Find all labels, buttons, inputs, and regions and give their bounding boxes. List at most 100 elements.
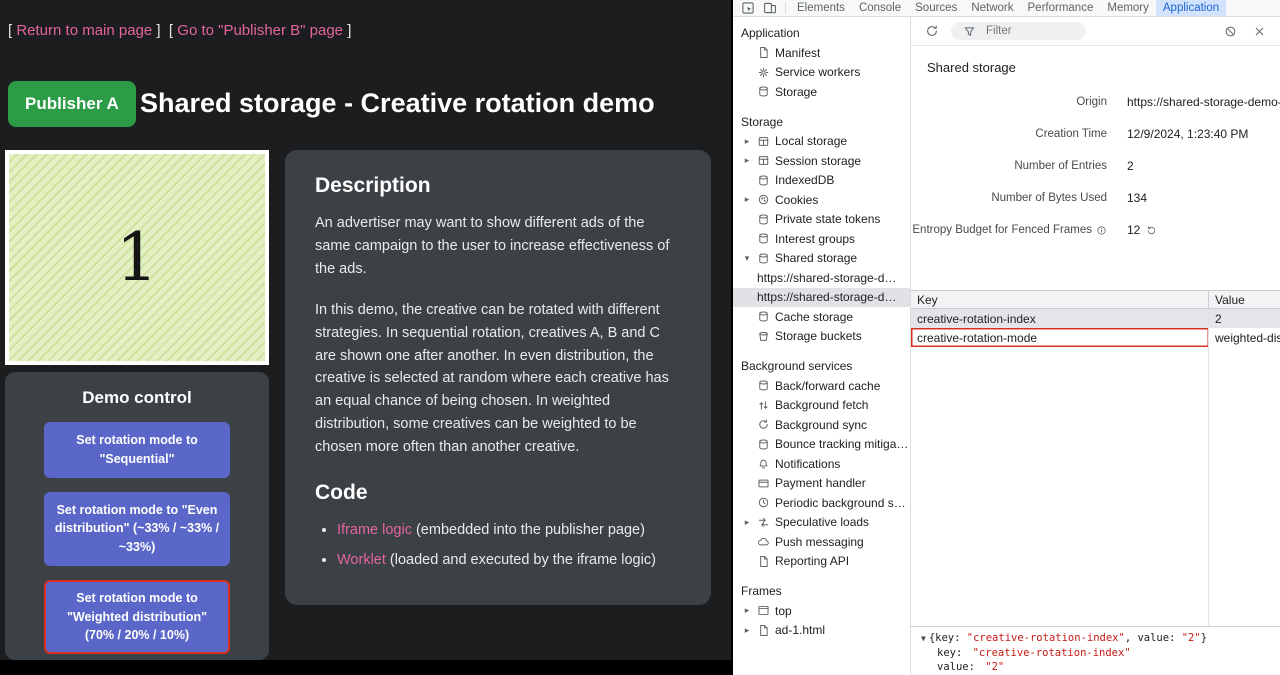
return-main-link[interactable]: Return to main page [16, 22, 152, 39]
sidebar-item-label: Private state tokens [775, 212, 880, 226]
tab-application[interactable]: Application [1156, 0, 1226, 16]
chevron-right-icon[interactable]: ▸ [742, 136, 752, 147]
filter-input[interactable] [984, 24, 1078, 38]
metadata-value: 2 [1115, 159, 1134, 173]
metadata-value-text: https://shared-storage-demo-co [1127, 95, 1280, 109]
top-nav: [ Return to main page ] [ Go to "Publish… [8, 22, 351, 39]
device-toolbar-icon[interactable] [759, 1, 781, 15]
publisher-badge: Publisher A [8, 81, 136, 127]
sidebar-item-https-shared-storage-d[interactable]: https://shared-storage-d… [733, 268, 910, 288]
cell-key[interactable]: creative-rotation-index [911, 309, 1209, 328]
sidebar-section-application: ApplicationManifestService workersStorag… [733, 23, 910, 102]
preview-summary[interactable]: ▼{key: "creative-rotation-index", value:… [921, 631, 1272, 646]
worklet-link[interactable]: Worklet [337, 552, 386, 568]
sidebar-item-label: https://shared-storage-d… [757, 290, 896, 304]
column-header-key[interactable]: Key [911, 291, 1209, 308]
metadata-label: Origin [911, 96, 1115, 108]
refresh-icon[interactable] [921, 24, 943, 38]
sidebar-item-cookies[interactable]: ▸ Cookies [733, 190, 910, 210]
sidebar-item-manifest[interactable]: Manifest [733, 43, 910, 63]
preview-properties: key: "creative-rotation-index"value: "2" [921, 646, 1272, 674]
tab-sources[interactable]: Sources [908, 0, 964, 16]
preview-text: {key: [929, 632, 967, 644]
panel-title: Shared storage [911, 46, 1280, 86]
sidebar-item-label: Interest groups [775, 232, 855, 246]
sidebar-item-notifications[interactable]: Notifications [733, 454, 910, 474]
reset-budget-icon[interactable] [1146, 225, 1157, 236]
iframe-logic-link[interactable]: Iframe logic [337, 522, 412, 538]
chevron-right-icon[interactable]: ▸ [742, 605, 752, 616]
publisher-b-link[interactable]: Go to "Publisher B" page [177, 22, 343, 39]
chevron-right-icon[interactable]: ▸ [742, 155, 752, 166]
metadata-value: 134 [1115, 191, 1147, 205]
sidebar-item-cache-storage[interactable]: Cache storage [733, 307, 910, 327]
sidebar-item-label: Back/forward cache [775, 379, 880, 393]
chevron-right-icon[interactable]: ▸ [742, 517, 752, 528]
sidebar-item-https-shared-storage-d[interactable]: https://shared-storage-d… [733, 288, 910, 308]
sidebar-item-indexeddb[interactable]: IndexedDB [733, 171, 910, 191]
tab-memory[interactable]: Memory [1100, 0, 1156, 16]
sidebar-item-top[interactable]: ▸top [733, 601, 910, 621]
sidebar-item-periodic-background-s[interactable]: Periodic background s… [733, 493, 910, 513]
sidebar-item-background-fetch[interactable]: Background fetch [733, 396, 910, 416]
db-icon [757, 232, 770, 245]
chevron-down-icon[interactable]: ▾ [742, 253, 752, 264]
sidebar-item-bounce-tracking-mitiga[interactable]: Bounce tracking mitiga… [733, 435, 910, 455]
inspect-icon[interactable] [737, 1, 759, 15]
tab-network[interactable]: Network [964, 0, 1020, 16]
sidebar-item-label: IndexedDB [775, 173, 834, 187]
rotation-mode-button-2[interactable]: Set rotation mode to "Even distribution"… [44, 492, 230, 566]
table-row-creative-rotation-index[interactable]: creative-rotation-index2 [911, 309, 1280, 328]
tab-performance[interactable]: Performance [1021, 0, 1101, 16]
clear-all-icon[interactable] [1220, 25, 1241, 38]
doc-icon [757, 46, 770, 59]
metadata-label-text: Number of Entries [1014, 160, 1107, 172]
sidebar-section-header: Background services [733, 356, 910, 376]
sidebar-item-label: Cookies [775, 193, 818, 207]
table-row-creative-rotation-mode[interactable]: creative-rotation-modeweighted-dist [911, 328, 1280, 347]
chevron-right-icon[interactable]: ▸ [742, 625, 752, 636]
sidebar-item-reporting-api[interactable]: Reporting API [733, 552, 910, 572]
description-panel: Description An advertiser may want to sh… [285, 150, 711, 605]
sidebar-item-private-state-tokens[interactable]: Private state tokens [733, 210, 910, 230]
tab-elements[interactable]: Elements [790, 0, 852, 16]
sidebar-item-session-storage[interactable]: ▸ Session storage [733, 151, 910, 171]
sidebar-item-label: Payment handler [775, 476, 866, 490]
spec-icon [757, 516, 770, 529]
sidebar-item-label: Session storage [775, 154, 861, 168]
devtools-body: ApplicationManifestService workersStorag… [733, 17, 1280, 675]
cell-value[interactable]: 2 [1209, 312, 1280, 326]
column-header-value[interactable]: Value [1209, 293, 1280, 307]
cell-value[interactable]: weighted-dist [1209, 331, 1280, 345]
sidebar-item-interest-groups[interactable]: Interest groups [733, 229, 910, 249]
demo-control-panel: Demo control Set rotation mode to "Seque… [5, 372, 269, 660]
sidebar-item-label: Background fetch [775, 398, 868, 412]
sidebar-item-back-forward-cache[interactable]: Back/forward cache [733, 376, 910, 396]
info-icon[interactable] [1096, 225, 1107, 236]
tab-console[interactable]: Console [852, 0, 908, 16]
sidebar-item-ad-1-html[interactable]: ▸ad-1.html [733, 621, 910, 641]
sidebar-item-local-storage[interactable]: ▸Local storage [733, 132, 910, 152]
sidebar-item-service-workers[interactable]: Service workers [733, 63, 910, 83]
filter-box[interactable] [951, 22, 1086, 40]
rotation-mode-button-1[interactable]: Set rotation mode to "Sequential" [44, 422, 230, 478]
sidebar-item-storage-buckets[interactable]: Storage buckets [733, 327, 910, 347]
sidebar-item-push-messaging[interactable]: Push messaging [733, 532, 910, 552]
preview-key-string: "creative-rotation-index" [967, 632, 1125, 644]
sidebar-item-payment-handler[interactable]: Payment handler [733, 474, 910, 494]
chevron-right-icon[interactable]: ▸ [742, 194, 752, 205]
sidebar-item-label: Push messaging [775, 535, 864, 549]
sync-icon [757, 418, 770, 431]
chevron-down-icon[interactable]: ▼ [921, 634, 926, 643]
metadata-label-text: Origin [1076, 96, 1107, 108]
sidebar-item-speculative-loads[interactable]: ▸Speculative loads [733, 513, 910, 533]
metadata-label-text: Number of Bytes Used [991, 192, 1107, 204]
sidebar-item-storage[interactable]: Storage [733, 82, 910, 102]
preview-text: } [1201, 632, 1207, 644]
cell-key[interactable]: creative-rotation-mode [911, 328, 1209, 347]
sidebar-item-background-sync[interactable]: Background sync [733, 415, 910, 435]
rotation-mode-button-3[interactable]: Set rotation mode to "Weighted distribut… [44, 580, 230, 654]
preview-pane: ▼{key: "creative-rotation-index", value:… [911, 626, 1280, 675]
close-icon[interactable] [1249, 25, 1270, 38]
sidebar-item-shared-storage[interactable]: ▾Shared storage [733, 249, 910, 269]
